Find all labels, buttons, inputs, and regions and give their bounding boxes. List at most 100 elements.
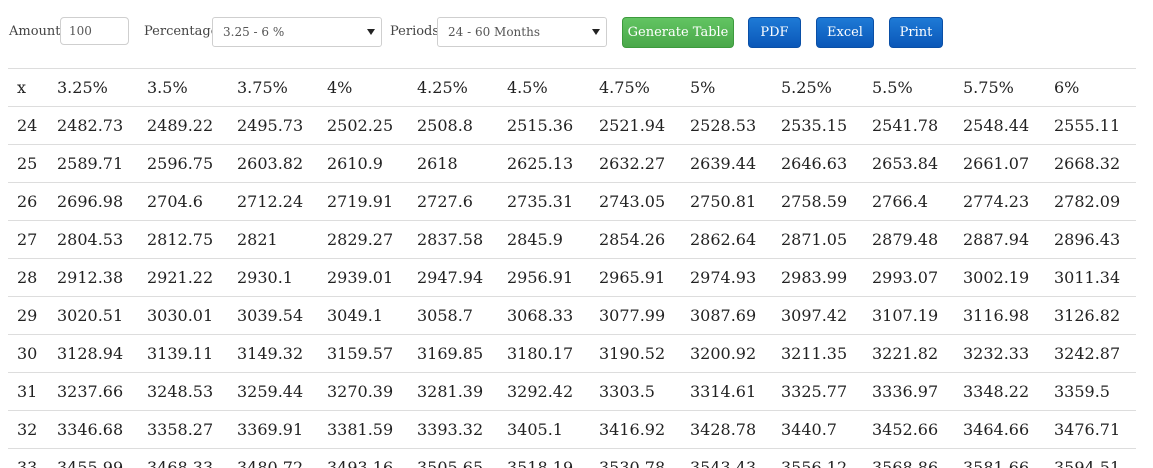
value-cell: 3058.7 bbox=[408, 296, 498, 335]
value-cell: 3242.87 bbox=[1045, 334, 1136, 373]
value-cell: 3270.39 bbox=[318, 372, 408, 411]
value-cell: 3476.71 bbox=[1045, 410, 1136, 449]
value-cell: 2618 bbox=[408, 144, 498, 183]
value-cell: 3292.42 bbox=[498, 372, 590, 411]
value-cell: 3190.52 bbox=[590, 334, 681, 373]
percentage-select-value: 3.25 - 6 % bbox=[223, 25, 285, 39]
table-row: 31 3237.66 3248.53 3259.44 3270.39 3281.39 329… bbox=[8, 372, 1136, 411]
value-cell: 2896.43 bbox=[1045, 220, 1136, 259]
amount-label: Amount bbox=[9, 24, 61, 39]
column-header-rate: 5.75% bbox=[954, 68, 1045, 107]
value-cell: 3505.65 bbox=[408, 448, 498, 468]
column-header-rate: 4% bbox=[318, 68, 408, 107]
value-cell: 2782.09 bbox=[1045, 182, 1136, 221]
period-cell: 25 bbox=[8, 144, 48, 183]
column-header-rate: 5.5% bbox=[863, 68, 954, 107]
value-cell: 2854.26 bbox=[590, 220, 681, 259]
periods-select-value: 24 - 60 Months bbox=[448, 25, 540, 39]
generate-table-button[interactable]: Generate Table bbox=[622, 17, 734, 48]
period-cell: 31 bbox=[8, 372, 48, 411]
value-cell: 2804.53 bbox=[48, 220, 138, 259]
value-cell: 3581.66 bbox=[954, 448, 1045, 468]
value-cell: 2887.94 bbox=[954, 220, 1045, 259]
value-cell: 2879.48 bbox=[863, 220, 954, 259]
table-row: 28 2912.38 2921.22 2930.1 2939.01 2947.94 2956… bbox=[8, 258, 1136, 297]
value-cell: 3468.33 bbox=[138, 448, 228, 468]
percentage-select[interactable]: 3.25 - 6 % bbox=[212, 17, 382, 47]
percentage-label: Percentage bbox=[144, 24, 219, 39]
period-cell: 24 bbox=[8, 106, 48, 145]
value-cell: 3068.33 bbox=[498, 296, 590, 335]
value-cell: 2521.94 bbox=[590, 106, 681, 145]
value-cell: 2719.91 bbox=[318, 182, 408, 221]
value-cell: 3530.78 bbox=[590, 448, 681, 468]
value-cell: 2821 bbox=[228, 220, 318, 259]
pdf-button[interactable]: PDF bbox=[748, 17, 801, 48]
value-cell: 3358.27 bbox=[138, 410, 228, 449]
value-cell: 2727.6 bbox=[408, 182, 498, 221]
period-cell: 30 bbox=[8, 334, 48, 373]
value-cell: 2482.73 bbox=[48, 106, 138, 145]
value-cell: 2812.75 bbox=[138, 220, 228, 259]
value-cell: 2639.44 bbox=[681, 144, 772, 183]
value-cell: 3221.82 bbox=[863, 334, 954, 373]
period-cell: 33 bbox=[8, 448, 48, 468]
value-cell: 2758.59 bbox=[772, 182, 863, 221]
value-cell: 3281.39 bbox=[408, 372, 498, 411]
value-cell: 2653.84 bbox=[863, 144, 954, 183]
excel-button[interactable]: Excel bbox=[816, 17, 874, 48]
value-cell: 3180.17 bbox=[498, 334, 590, 373]
value-cell: 3518.19 bbox=[498, 448, 590, 468]
caret-down-icon bbox=[367, 29, 375, 35]
value-cell: 2502.25 bbox=[318, 106, 408, 145]
value-cell: 3346.68 bbox=[48, 410, 138, 449]
amount-input[interactable]: 100 bbox=[60, 17, 129, 45]
print-button[interactable]: Print bbox=[889, 17, 943, 48]
value-cell: 2489.22 bbox=[138, 106, 228, 145]
value-cell: 3314.61 bbox=[681, 372, 772, 411]
value-cell: 2603.82 bbox=[228, 144, 318, 183]
value-cell: 2947.94 bbox=[408, 258, 498, 297]
period-cell: 29 bbox=[8, 296, 48, 335]
column-header-rate: 4.25% bbox=[408, 68, 498, 107]
value-cell: 2965.91 bbox=[590, 258, 681, 297]
value-cell: 3030.01 bbox=[138, 296, 228, 335]
value-cell: 2646.63 bbox=[772, 144, 863, 183]
column-header-rate: 3.25% bbox=[48, 68, 138, 107]
column-header-rate: 3.5% bbox=[138, 68, 228, 107]
value-cell: 2829.27 bbox=[318, 220, 408, 259]
value-cell: 2548.44 bbox=[954, 106, 1045, 145]
value-cell: 3369.91 bbox=[228, 410, 318, 449]
value-cell: 3381.59 bbox=[318, 410, 408, 449]
value-cell: 3416.92 bbox=[590, 410, 681, 449]
value-cell: 2871.05 bbox=[772, 220, 863, 259]
value-cell: 2589.71 bbox=[48, 144, 138, 183]
value-cell: 3077.99 bbox=[590, 296, 681, 335]
value-cell: 2625.13 bbox=[498, 144, 590, 183]
value-cell: 2555.11 bbox=[1045, 106, 1136, 145]
column-header-rate: 3.75% bbox=[228, 68, 318, 107]
value-cell: 2528.53 bbox=[681, 106, 772, 145]
value-cell: 3480.72 bbox=[228, 448, 318, 468]
value-cell: 2862.64 bbox=[681, 220, 772, 259]
value-cell: 2930.1 bbox=[228, 258, 318, 297]
value-cell: 3237.66 bbox=[48, 372, 138, 411]
column-header-rate: 5.25% bbox=[772, 68, 863, 107]
period-cell: 28 bbox=[8, 258, 48, 297]
value-cell: 2912.38 bbox=[48, 258, 138, 297]
value-cell: 3336.97 bbox=[863, 372, 954, 411]
value-cell: 3149.32 bbox=[228, 334, 318, 373]
value-cell: 3139.11 bbox=[138, 334, 228, 373]
page: Amount 100 Percentage 3.25 - 6 % Periods… bbox=[0, 0, 1153, 468]
value-cell: 3543.43 bbox=[681, 448, 772, 468]
value-cell: 3594.51 bbox=[1045, 448, 1136, 468]
value-cell: 3169.85 bbox=[408, 334, 498, 373]
table-row: 30 3128.94 3139.11 3149.32 3159.57 3169.85 318… bbox=[8, 334, 1136, 373]
value-cell: 3232.33 bbox=[954, 334, 1045, 373]
value-cell: 2956.91 bbox=[498, 258, 590, 297]
value-cell: 2515.36 bbox=[498, 106, 590, 145]
periods-select[interactable]: 24 - 60 Months bbox=[437, 17, 607, 47]
table-row: 27 2804.53 2812.75 2821 2829.27 2837.58 2845.9… bbox=[8, 220, 1136, 259]
value-cell: 3455.99 bbox=[48, 448, 138, 468]
value-cell: 3020.51 bbox=[48, 296, 138, 335]
